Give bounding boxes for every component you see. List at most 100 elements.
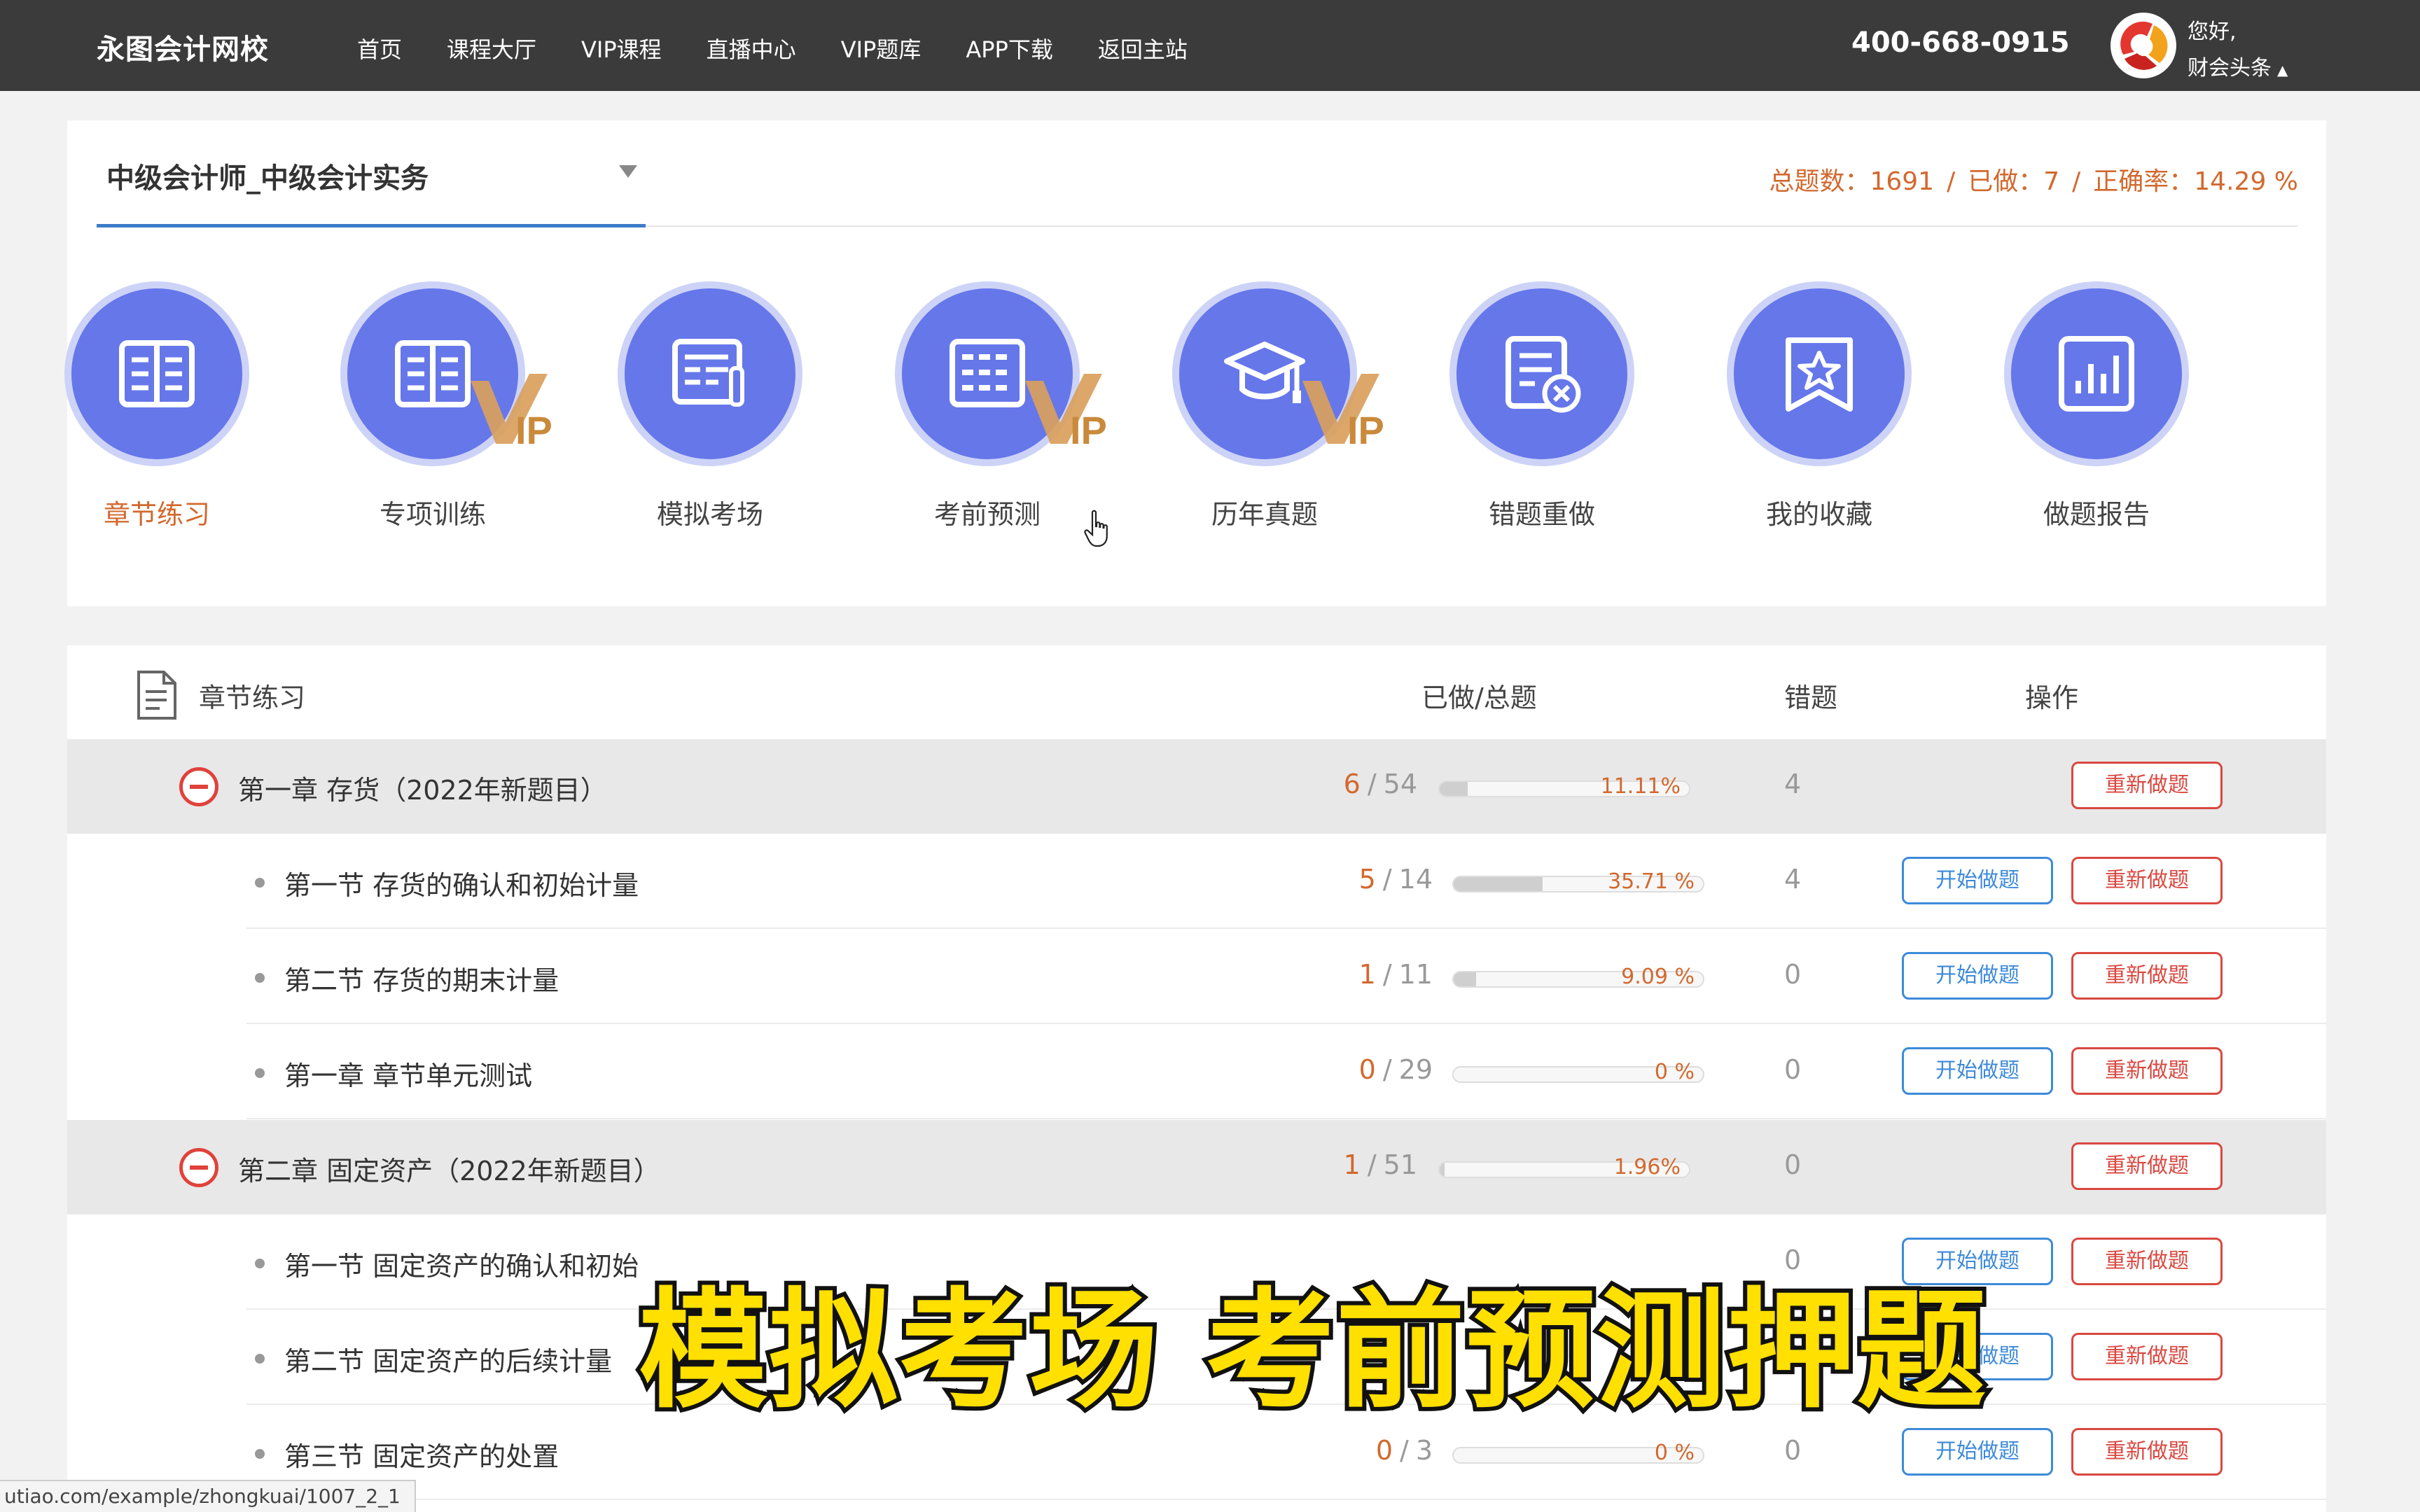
stats-summary: 总题数：1691 / 已做：7 / 正确率：14.29 % — [1769, 161, 2298, 197]
bullet-icon — [255, 1354, 265, 1364]
feature-6[interactable]: 我的收藏 — [1727, 281, 1912, 530]
progress-fill — [1440, 1163, 1445, 1177]
total-count: 29 — [1398, 1054, 1433, 1085]
feature-circle — [1727, 281, 1912, 466]
col-header-title: 章节练习 — [199, 682, 306, 713]
wrong-count: 4 — [1784, 769, 1802, 799]
start-practice-button[interactable]: 开始做题 — [1902, 1428, 2053, 1476]
status-bar-url: utiao.com/example/zhongkuai/1007_2_1 — [0, 1480, 416, 1512]
section-row: 第一节 存货的确认和初始计量 5/14 35.71 % 4 开始做题 重新做题 — [67, 834, 2326, 929]
feature-3[interactable]: IP 考前预测 — [895, 281, 1107, 530]
row-title: 第一章 章节单元测试 — [284, 1060, 533, 1091]
feature-label: 考前预测 — [933, 499, 1041, 530]
feature-2[interactable]: 模拟考场 — [618, 281, 802, 530]
count-slash: / — [1367, 1149, 1377, 1180]
redo-practice-button[interactable]: 重新做题 — [2071, 1333, 2223, 1380]
collapse-icon[interactable] — [179, 767, 218, 806]
vip-text: IP — [1070, 408, 1107, 451]
row-divider — [246, 927, 2326, 929]
nav-courses[interactable]: 课程大厅 — [447, 32, 536, 64]
progress-percent: 1.96% — [1613, 1155, 1681, 1180]
site-logo[interactable]: 永图会计网校 — [97, 27, 269, 67]
row-divider — [246, 1499, 2326, 1500]
nav-vip-question-bank[interactable]: VIP题库 — [841, 32, 922, 64]
redo-practice-button[interactable]: 重新做题 — [2071, 1047, 2223, 1095]
redo-practice-button[interactable]: 重新做题 — [2071, 952, 2223, 1000]
chapter-row: 第二章 固定资产（2022年新题目） 1/51 1.96% 0 重新做题 — [67, 1120, 2326, 1214]
feature-5[interactable]: 错题重做 — [1449, 281, 1634, 530]
progress-count: 0/29 — [1251, 1054, 1433, 1085]
col-header-action: 操作 — [2025, 682, 2079, 713]
col-header-wrong: 错题 — [1784, 682, 1838, 713]
count-slash: / — [1382, 1054, 1392, 1085]
start-practice-button[interactable]: 开始做题 — [1902, 1047, 2053, 1095]
grid-calendar-icon — [950, 339, 1025, 407]
section-row: 第一章 章节单元测试 0/29 0 % 0 开始做题 重新做题 — [67, 1025, 2326, 1119]
feature-circle — [618, 281, 802, 466]
username: 财会头条 — [2188, 56, 2272, 80]
stats-accuracy: 正确率：14.29 % — [2093, 167, 2298, 196]
total-count: 14 — [1398, 864, 1433, 895]
start-practice-button[interactable]: 开始做题 — [1902, 857, 2053, 904]
redo-practice-button[interactable]: 重新做题 — [2071, 1428, 2223, 1476]
row-title: 第一节 存货的确认和初始计量 — [284, 870, 639, 901]
done-count: 1 — [1343, 1149, 1361, 1180]
progress-count: 1/51 — [1235, 1149, 1417, 1180]
redo-practice-button[interactable]: 重新做题 — [2071, 1142, 2223, 1190]
feature-label: 专项训练 — [379, 499, 486, 530]
bullet-icon — [255, 1068, 265, 1078]
greeting-text: 您好, — [2188, 20, 2237, 44]
main-nav: 首页 课程大厅 VIP课程 直播中心 VIP题库 APP下载 返回主站 — [357, 32, 1232, 64]
vip-text: IP — [1347, 408, 1384, 451]
dropdown-caret-icon[interactable] — [619, 165, 637, 178]
bar-report-icon — [2059, 336, 2134, 412]
redo-practice-button[interactable]: 重新做题 — [2071, 857, 2223, 904]
nav-back-to-main[interactable]: 返回主站 — [1098, 32, 1188, 64]
nav-home[interactable]: 首页 — [357, 32, 402, 64]
feature-circle — [64, 281, 249, 466]
progress-percent: 11.11% — [1600, 774, 1681, 799]
col-header-progress: 已做/总题 — [1421, 682, 1537, 713]
feature-label: 错题重做 — [1488, 499, 1595, 530]
feature-label: 历年真题 — [1211, 499, 1318, 530]
wrong-count: 4 — [1784, 864, 1802, 895]
page: 永图会计网校 首页 课程大厅 VIP课程 直播中心 VIP题库 APP下载 返回… — [0, 0, 2420, 1512]
hand-cursor-icon — [1084, 510, 1108, 547]
book-icon — [119, 340, 195, 407]
nav-live[interactable]: 直播中心 — [707, 32, 796, 64]
avatar[interactable] — [2110, 13, 2176, 78]
progress-count: 6/54 — [1235, 769, 1417, 799]
done-count: 0 — [1358, 1054, 1376, 1085]
row-title: 第一章 存货（2022年新题目） — [238, 775, 607, 806]
progress-fill — [1454, 877, 1543, 891]
feature-1[interactable]: IP 专项训练 — [340, 281, 552, 530]
star-bookmark-icon — [1786, 337, 1853, 412]
count-slash: / — [1382, 959, 1392, 990]
count-slash: / — [1400, 1435, 1409, 1466]
user-menu[interactable]: 您好, 财会头条 ▲ — [2188, 14, 2288, 88]
video-caption: 模拟考场 考前预测押题 — [634, 1272, 1990, 1430]
total-count: 51 — [1383, 1149, 1417, 1180]
start-practice-button[interactable]: 开始做题 — [1902, 952, 2053, 1000]
progress-fill — [1440, 782, 1468, 796]
feature-0[interactable]: 章节练习 — [64, 281, 249, 530]
collapse-icon[interactable] — [179, 1148, 218, 1187]
done-count: 0 — [1375, 1435, 1393, 1466]
progress-percent: 0 % — [1654, 1060, 1695, 1084]
subject-selector[interactable]: 中级会计师_中级会计实务 — [106, 155, 429, 196]
bullet-icon — [255, 1259, 265, 1268]
vip-badge-icon: IP — [471, 374, 552, 451]
feature-circle — [1449, 281, 1634, 466]
book-icon — [395, 340, 471, 407]
redo-practice-button[interactable]: 重新做题 — [2071, 762, 2223, 809]
feature-7[interactable]: 做题报告 — [2004, 281, 2189, 530]
done-count: 5 — [1358, 864, 1376, 895]
nav-app-download[interactable]: APP下载 — [966, 32, 1053, 64]
redo-practice-button[interactable]: 重新做题 — [2071, 1238, 2223, 1285]
progress-count: 0/3 — [1251, 1435, 1433, 1466]
progress-count: 5/14 — [1251, 864, 1433, 895]
feature-4[interactable]: IP 历年真题 — [1172, 281, 1384, 530]
vip-badge-icon: IP — [1302, 374, 1384, 451]
nav-vip-courses[interactable]: VIP课程 — [581, 32, 662, 64]
table-header: 章节练习 已做/总题 错题 操作 — [67, 645, 2326, 739]
